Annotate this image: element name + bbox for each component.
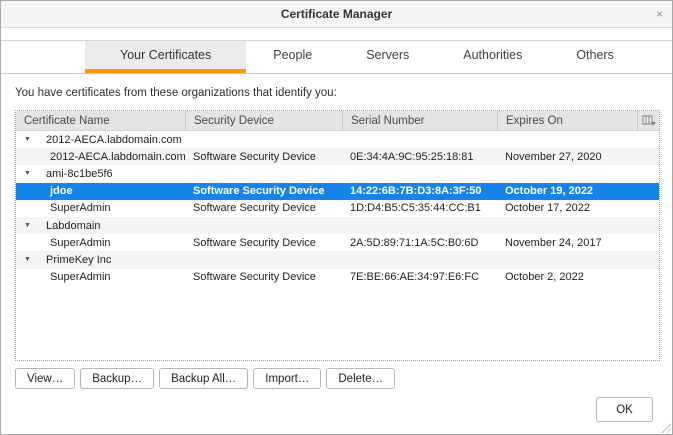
description-text: You have certificates from these organiz… <box>15 87 337 99</box>
cert-serial-number: 2A:5D:89:71:1A:5C:B0:6D <box>342 237 497 249</box>
cert-serial-number: 1D:D4:B5:C5:35:44:CC:B1 <box>342 202 497 214</box>
cert-row[interactable]: 2012-AECA.labdomain.comSoftware Security… <box>16 148 659 165</box>
action-buttons: View…Backup…Backup All…Import…Delete… <box>15 368 395 389</box>
cert-expires-on: October 19, 2022 <box>497 185 637 197</box>
tab-servers[interactable]: Servers <box>339 41 436 73</box>
view-button[interactable]: View… <box>15 368 75 389</box>
group-label: Labdomain <box>46 220 100 232</box>
cert-security-device: Software Security Device <box>185 271 342 283</box>
cert-row[interactable]: SuperAdminSoftware Security Device1D:D4:… <box>16 200 659 217</box>
cert-row[interactable]: SuperAdminSoftware Security Device7E:BE:… <box>16 269 659 286</box>
cert-row[interactable]: SuperAdminSoftware Security Device2A:5D:… <box>16 234 659 251</box>
close-icon[interactable]: × <box>656 8 663 20</box>
import-button[interactable]: Import… <box>253 368 321 389</box>
column-header-security-device[interactable]: Security Device <box>185 111 342 130</box>
expander-icon[interactable]: ▼ <box>24 256 35 263</box>
tab-others[interactable]: Others <box>549 41 641 73</box>
cert-group-row[interactable]: ▼ 2012-AECA.labdomain.com <box>16 131 659 148</box>
group-label: PrimeKey Inc <box>46 254 111 266</box>
cert-expires-on: October 17, 2022 <box>497 202 637 214</box>
cert-name: SuperAdmin <box>16 237 185 249</box>
cert-serial-number: 0E:34:4A:9C:95:25:18:81 <box>342 151 497 163</box>
column-header-expires-on[interactable]: Expires On <box>497 111 637 130</box>
group-label: 2012-AECA.labdomain.com <box>46 134 182 146</box>
cert-name: 2012-AECA.labdomain.com <box>16 151 185 163</box>
tab-your-certificates[interactable]: Your Certificates <box>85 41 246 73</box>
dialog-title: Certificate Manager <box>281 7 392 21</box>
cert-security-device: Software Security Device <box>185 202 342 214</box>
tab-authorities[interactable]: Authorities <box>436 41 549 73</box>
column-picker-button[interactable] <box>637 111 659 130</box>
cert-expires-on: October 2, 2022 <box>497 271 637 283</box>
tab-people[interactable]: People <box>246 41 339 73</box>
column-picker-icon <box>642 115 656 126</box>
cert-row-selected[interactable]: jdoeSoftware Security Device14:22:6B:7B:… <box>16 183 659 200</box>
backup-button[interactable]: Backup… <box>80 368 154 389</box>
cert-group-row[interactable]: ▼ ami-8c1be5f6 <box>16 165 659 182</box>
dialog-titlebar: Certificate Manager × <box>1 1 672 28</box>
column-header-serial-number[interactable]: Serial Number <box>342 111 497 130</box>
cert-expires-on: November 24, 2017 <box>497 237 637 249</box>
table-body: ▼2012-AECA.labdomain.com2012-AECA.labdom… <box>16 131 659 286</box>
cert-serial-number: 14:22:6B:7B:D3:8A:3F:50 <box>342 185 497 197</box>
backup-all-button[interactable]: Backup All… <box>159 368 248 389</box>
table-header-row: Certificate Name Security Device Serial … <box>16 111 659 131</box>
ok-button[interactable]: OK <box>596 397 653 422</box>
cert-security-device: Software Security Device <box>185 151 342 163</box>
certificates-table[interactable]: Certificate Name Security Device Serial … <box>15 110 660 361</box>
column-header-certificate-name[interactable]: Certificate Name <box>16 111 185 130</box>
expander-icon[interactable]: ▼ <box>24 170 35 177</box>
cert-expires-on: November 27, 2020 <box>497 151 637 163</box>
resize-grip[interactable] <box>660 422 671 433</box>
cert-security-device: Software Security Device <box>185 237 342 249</box>
delete-button[interactable]: Delete… <box>326 368 395 389</box>
expander-icon[interactable]: ▼ <box>24 222 35 229</box>
group-label: ami-8c1be5f6 <box>46 168 113 180</box>
expander-icon[interactable]: ▼ <box>24 136 35 143</box>
cert-group-row[interactable]: ▼ Labdomain <box>16 217 659 234</box>
cert-security-device: Software Security Device <box>185 185 342 197</box>
tab-strip: Your CertificatesPeopleServersAuthoritie… <box>1 40 672 74</box>
cert-name: SuperAdmin <box>16 271 185 283</box>
cert-group-row[interactable]: ▼ PrimeKey Inc <box>16 251 659 268</box>
cert-serial-number: 7E:BE:66:AE:34:97:E6:FC <box>342 271 497 283</box>
certificate-manager-dialog: Certificate Manager × Your CertificatesP… <box>0 0 673 435</box>
cert-name: jdoe <box>16 185 185 197</box>
cert-name: SuperAdmin <box>16 202 185 214</box>
